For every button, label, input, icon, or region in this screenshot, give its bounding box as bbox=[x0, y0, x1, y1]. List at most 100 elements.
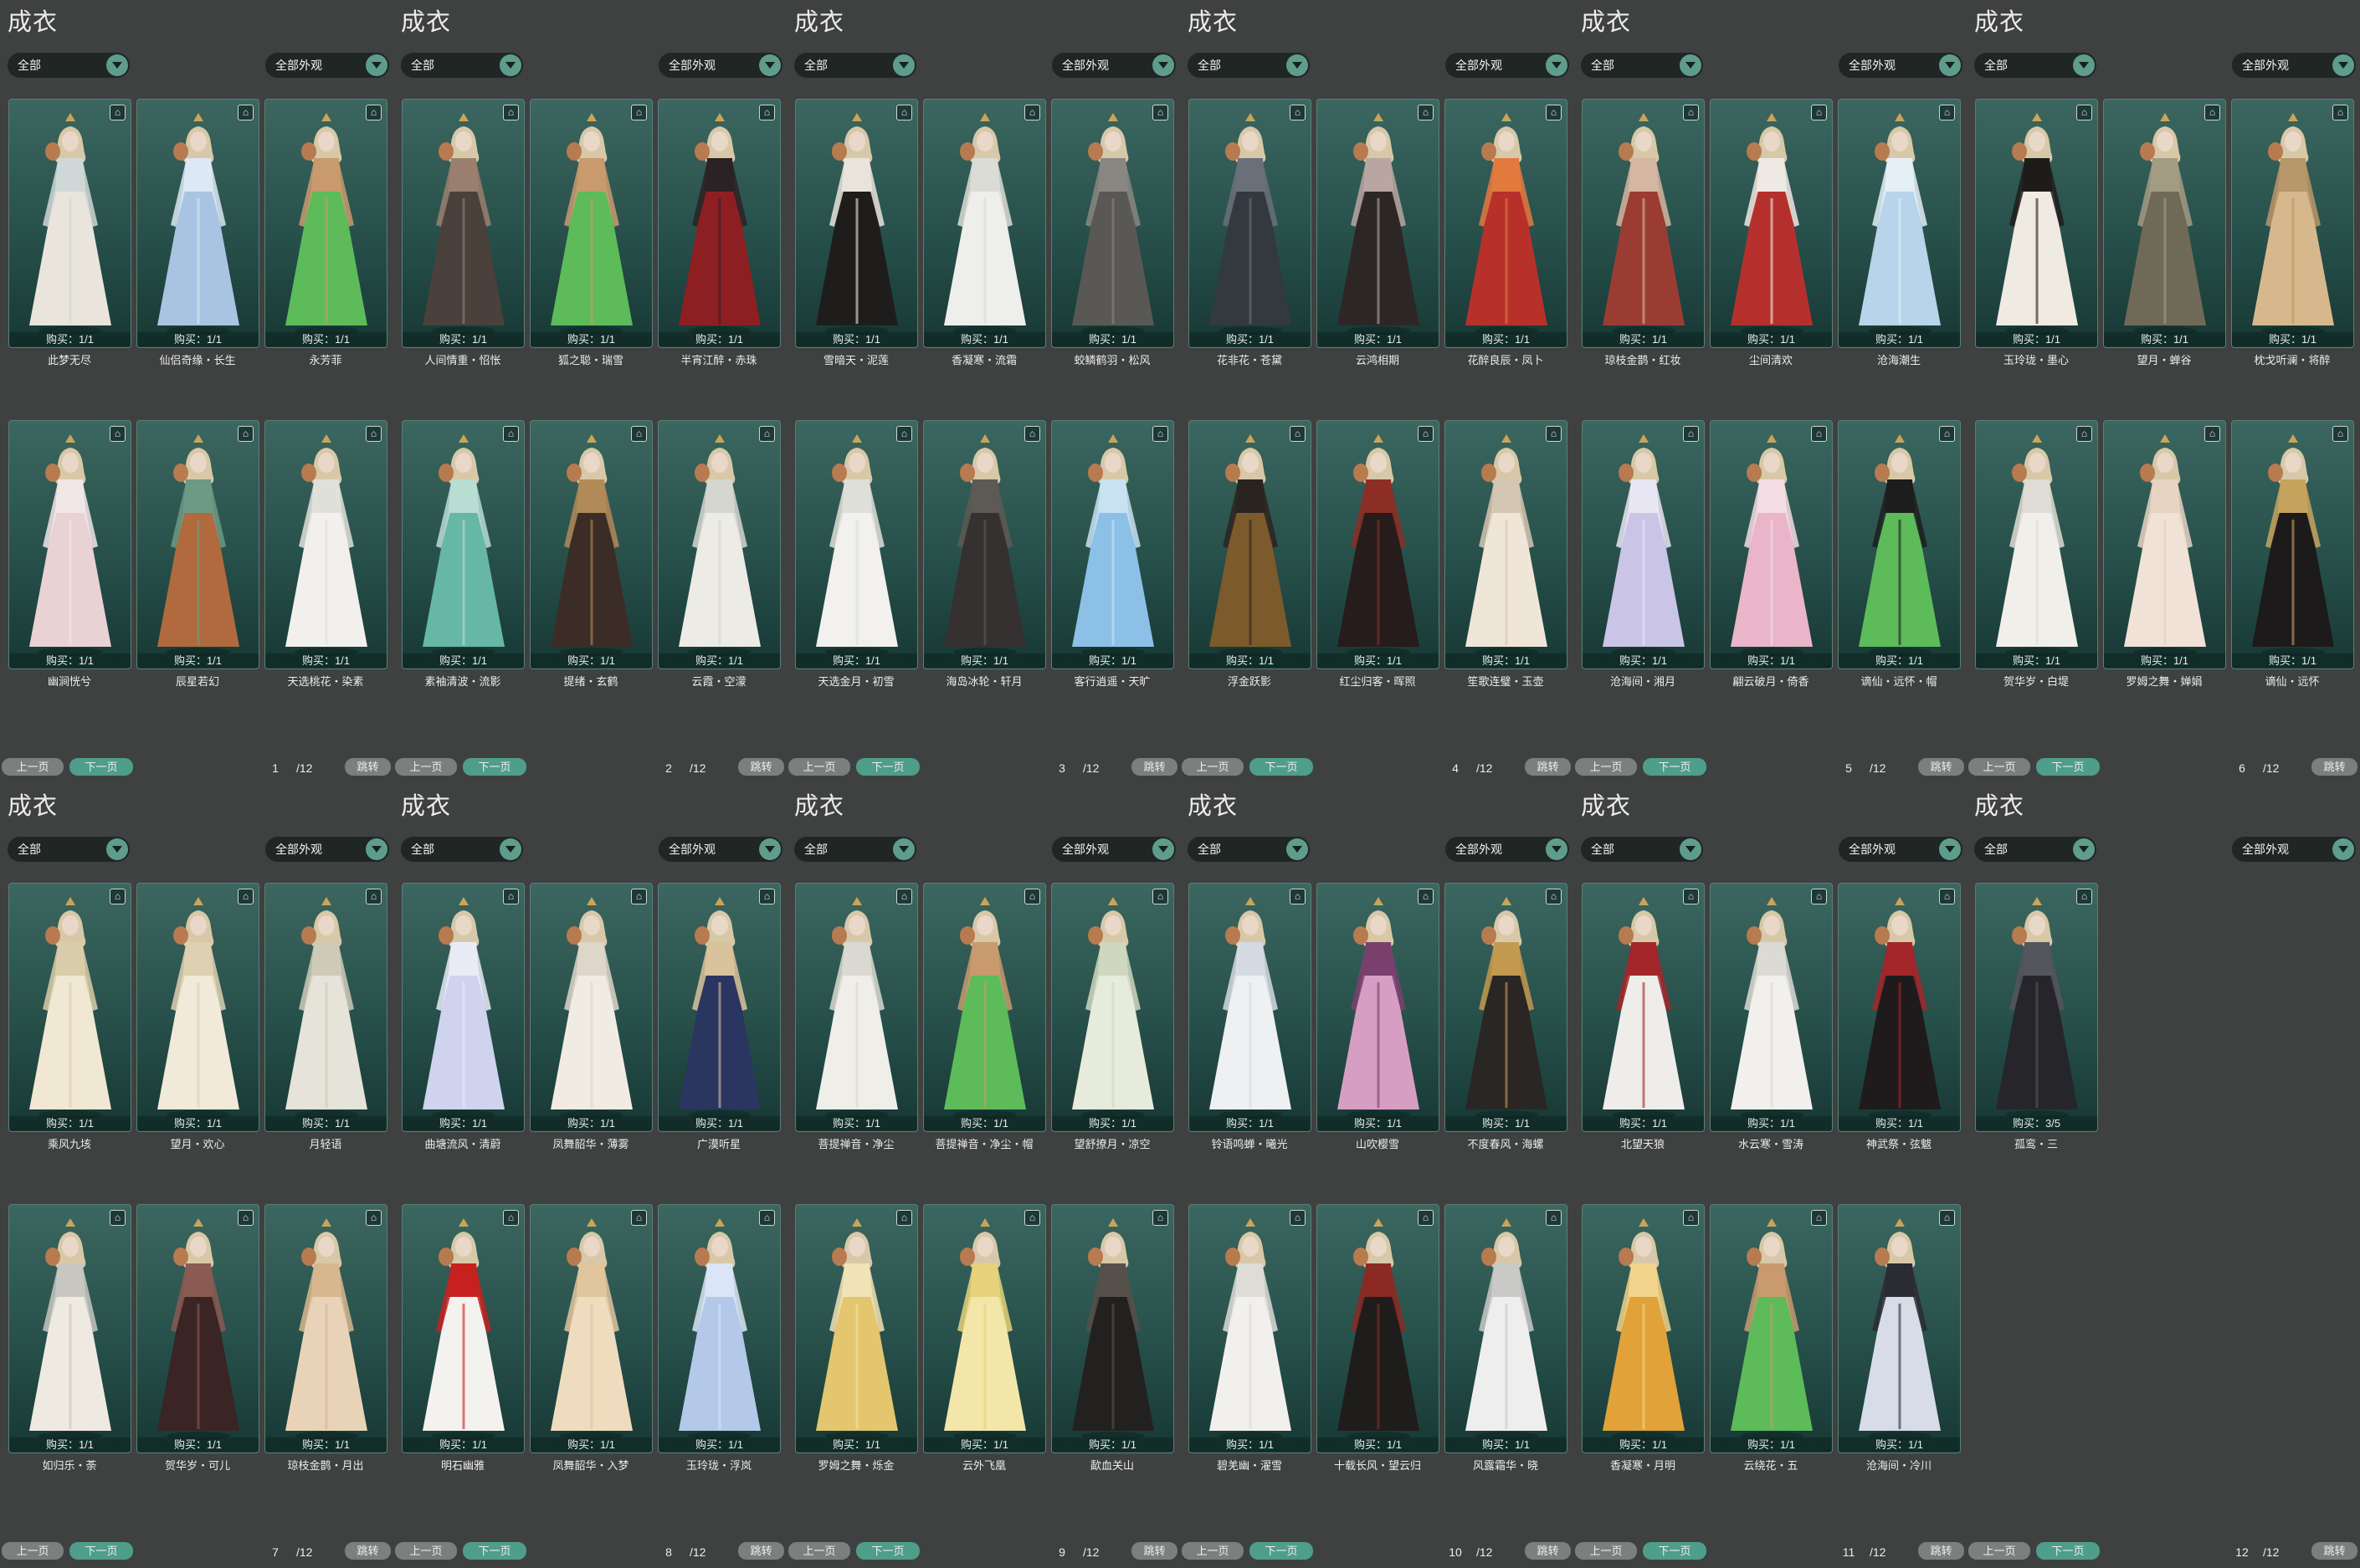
outfit-card[interactable]: ⌂ 购买：1/1 bbox=[1838, 420, 1961, 669]
outfit-card[interactable]: ⌂ 购买：1/1 bbox=[1188, 420, 1311, 669]
prev-page-button[interactable]: 上一页 bbox=[1968, 1542, 2030, 1560]
outfit-card[interactable]: ⌂ 购买：1/1 bbox=[1710, 883, 1833, 1132]
next-page-button[interactable]: 下一页 bbox=[69, 758, 133, 776]
outfit-card[interactable]: ⌂ 购买：1/1 bbox=[1710, 420, 1833, 669]
outfit-card[interactable]: ⌂ 购买：1/1 bbox=[1444, 420, 1567, 669]
prev-page-button[interactable]: 上一页 bbox=[395, 758, 457, 776]
jump-button[interactable]: 跳转 bbox=[1131, 758, 1177, 776]
outfit-card[interactable]: ⌂ 购买：1/1 bbox=[1316, 883, 1439, 1132]
jump-button[interactable]: 跳转 bbox=[345, 1542, 391, 1560]
outfit-card[interactable]: ⌂ 购买：1/1 bbox=[530, 420, 653, 669]
outfit-card[interactable]: ⌂ 购买：1/1 bbox=[923, 99, 1046, 348]
jump-button[interactable]: 跳转 bbox=[738, 758, 784, 776]
outfit-card[interactable]: ⌂ 购买：1/1 bbox=[1316, 420, 1439, 669]
outfit-card[interactable]: ⌂ 购买：1/1 bbox=[1188, 883, 1311, 1132]
outfit-card[interactable]: ⌂ 购买：1/1 bbox=[1444, 883, 1567, 1132]
page-number-input[interactable]: 12 bbox=[2226, 1545, 2258, 1559]
outfit-card[interactable]: ⌂ 购买：1/1 bbox=[1838, 99, 1961, 348]
outfit-card[interactable]: ⌂ 购买：1/1 bbox=[8, 420, 131, 669]
jump-button[interactable]: 跳转 bbox=[1131, 1542, 1177, 1560]
outfit-card[interactable]: ⌂ 购买：1/1 bbox=[530, 883, 653, 1132]
filter-dropdown-appearance[interactable]: 全部外观 bbox=[659, 837, 782, 862]
next-page-button[interactable]: 下一页 bbox=[463, 758, 526, 776]
next-page-button[interactable]: 下一页 bbox=[69, 1542, 133, 1560]
page-number-input[interactable]: 5 bbox=[1833, 761, 1865, 775]
outfit-card[interactable]: ⌂ 购买：1/1 bbox=[2231, 99, 2354, 348]
outfit-card[interactable]: ⌂ 购买：1/1 bbox=[264, 420, 387, 669]
page-number-input[interactable]: 2 bbox=[653, 761, 685, 775]
prev-page-button[interactable]: 上一页 bbox=[2, 1542, 64, 1560]
next-page-button[interactable]: 下一页 bbox=[2036, 758, 2100, 776]
page-number-input[interactable]: 11 bbox=[1833, 1545, 1865, 1559]
outfit-card[interactable]: ⌂ 购买：1/1 bbox=[2231, 420, 2354, 669]
filter-dropdown-appearance[interactable]: 全部外观 bbox=[2232, 53, 2356, 78]
outfit-card[interactable]: ⌂ 购买：1/1 bbox=[923, 1204, 1046, 1453]
prev-page-button[interactable]: 上一页 bbox=[1575, 1542, 1637, 1560]
outfit-card[interactable]: ⌂ 购买：1/1 bbox=[795, 99, 918, 348]
jump-button[interactable]: 跳转 bbox=[1525, 758, 1571, 776]
filter-dropdown-all[interactable]: 全部 bbox=[1188, 53, 1310, 78]
outfit-card[interactable]: ⌂ 购买：1/1 bbox=[402, 420, 525, 669]
filter-dropdown-all[interactable]: 全部 bbox=[1581, 837, 1703, 862]
prev-page-button[interactable]: 上一页 bbox=[2, 758, 64, 776]
outfit-card[interactable]: ⌂ 购买：1/1 bbox=[2103, 420, 2226, 669]
filter-dropdown-appearance[interactable]: 全部外观 bbox=[1839, 53, 1962, 78]
outfit-card[interactable]: ⌂ 购买：1/1 bbox=[8, 99, 131, 348]
outfit-card[interactable]: ⌂ 购买：1/1 bbox=[264, 883, 387, 1132]
page-number-input[interactable]: 3 bbox=[1046, 761, 1078, 775]
filter-dropdown-all[interactable]: 全部 bbox=[8, 837, 130, 862]
outfit-card[interactable]: ⌂ 购买：1/1 bbox=[923, 420, 1046, 669]
outfit-card[interactable]: ⌂ 购买：1/1 bbox=[136, 99, 259, 348]
outfit-card[interactable]: ⌂ 购买：1/1 bbox=[8, 883, 131, 1132]
outfit-card[interactable]: ⌂ 购买：1/1 bbox=[1710, 1204, 1833, 1453]
prev-page-button[interactable]: 上一页 bbox=[1182, 1542, 1244, 1560]
outfit-card[interactable]: ⌂ 购买：1/1 bbox=[1838, 883, 1961, 1132]
jump-button[interactable]: 跳转 bbox=[1525, 1542, 1571, 1560]
prev-page-button[interactable]: 上一页 bbox=[788, 758, 850, 776]
outfit-card[interactable]: ⌂ 购买：1/1 bbox=[795, 420, 918, 669]
outfit-card[interactable]: ⌂ 购买：1/1 bbox=[264, 99, 387, 348]
next-page-button[interactable]: 下一页 bbox=[1643, 1542, 1706, 1560]
outfit-card[interactable]: ⌂ 购买：1/1 bbox=[1188, 1204, 1311, 1453]
filter-dropdown-appearance[interactable]: 全部外观 bbox=[265, 53, 389, 78]
outfit-card[interactable]: ⌂ 购买：1/1 bbox=[1051, 1204, 1174, 1453]
outfit-card[interactable]: ⌂ 购买：1/1 bbox=[2103, 99, 2226, 348]
outfit-card[interactable]: ⌂ 购买：1/1 bbox=[264, 1204, 387, 1453]
outfit-card[interactable]: ⌂ 购买：1/1 bbox=[530, 99, 653, 348]
jump-button[interactable]: 跳转 bbox=[2311, 758, 2357, 776]
filter-dropdown-appearance[interactable]: 全部外观 bbox=[1445, 53, 1569, 78]
outfit-card[interactable]: ⌂ 购买：1/1 bbox=[658, 420, 781, 669]
outfit-card[interactable]: ⌂ 购买：1/1 bbox=[1444, 99, 1567, 348]
outfit-card[interactable]: ⌂ 购买：1/1 bbox=[402, 883, 525, 1132]
outfit-card[interactable]: ⌂ 购买：1/1 bbox=[795, 883, 918, 1132]
filter-dropdown-appearance[interactable]: 全部外观 bbox=[1052, 837, 1176, 862]
filter-dropdown-appearance[interactable]: 全部外观 bbox=[1839, 837, 1962, 862]
filter-dropdown-appearance[interactable]: 全部外观 bbox=[265, 837, 389, 862]
outfit-card[interactable]: ⌂ 购买：1/1 bbox=[658, 99, 781, 348]
jump-button[interactable]: 跳转 bbox=[1918, 758, 1964, 776]
outfit-card[interactable]: ⌂ 购买：1/1 bbox=[136, 420, 259, 669]
jump-button[interactable]: 跳转 bbox=[738, 1542, 784, 1560]
next-page-button[interactable]: 下一页 bbox=[1249, 1542, 1313, 1560]
filter-dropdown-all[interactable]: 全部 bbox=[794, 53, 916, 78]
outfit-card[interactable]: ⌂ 购买：1/1 bbox=[1316, 99, 1439, 348]
next-page-button[interactable]: 下一页 bbox=[1643, 758, 1706, 776]
outfit-card[interactable]: ⌂ 购买：1/1 bbox=[1838, 1204, 1961, 1453]
outfit-card[interactable]: ⌂ 购买：1/1 bbox=[402, 1204, 525, 1453]
next-page-button[interactable]: 下一页 bbox=[1249, 758, 1313, 776]
outfit-card[interactable]: ⌂ 购买：1/1 bbox=[1316, 1204, 1439, 1453]
filter-dropdown-appearance[interactable]: 全部外观 bbox=[1052, 53, 1176, 78]
page-number-input[interactable]: 6 bbox=[2226, 761, 2258, 775]
outfit-card[interactable]: ⌂ 购买：1/1 bbox=[1188, 99, 1311, 348]
outfit-card[interactable]: ⌂ 购买：1/1 bbox=[1975, 99, 2098, 348]
prev-page-button[interactable]: 上一页 bbox=[1182, 758, 1244, 776]
page-number-input[interactable]: 7 bbox=[259, 1545, 291, 1559]
outfit-card[interactable]: ⌂ 购买：1/1 bbox=[1710, 99, 1833, 348]
jump-button[interactable]: 跳转 bbox=[345, 758, 391, 776]
outfit-card[interactable]: ⌂ 购买：1/1 bbox=[658, 883, 781, 1132]
outfit-card[interactable]: ⌂ 购买：1/1 bbox=[923, 883, 1046, 1132]
outfit-card[interactable]: ⌂ 购买：1/1 bbox=[1051, 99, 1174, 348]
outfit-card[interactable]: ⌂ 购买：3/5 bbox=[1975, 883, 2098, 1132]
filter-dropdown-appearance[interactable]: 全部外观 bbox=[1445, 837, 1569, 862]
filter-dropdown-appearance[interactable]: 全部外观 bbox=[2232, 837, 2356, 862]
